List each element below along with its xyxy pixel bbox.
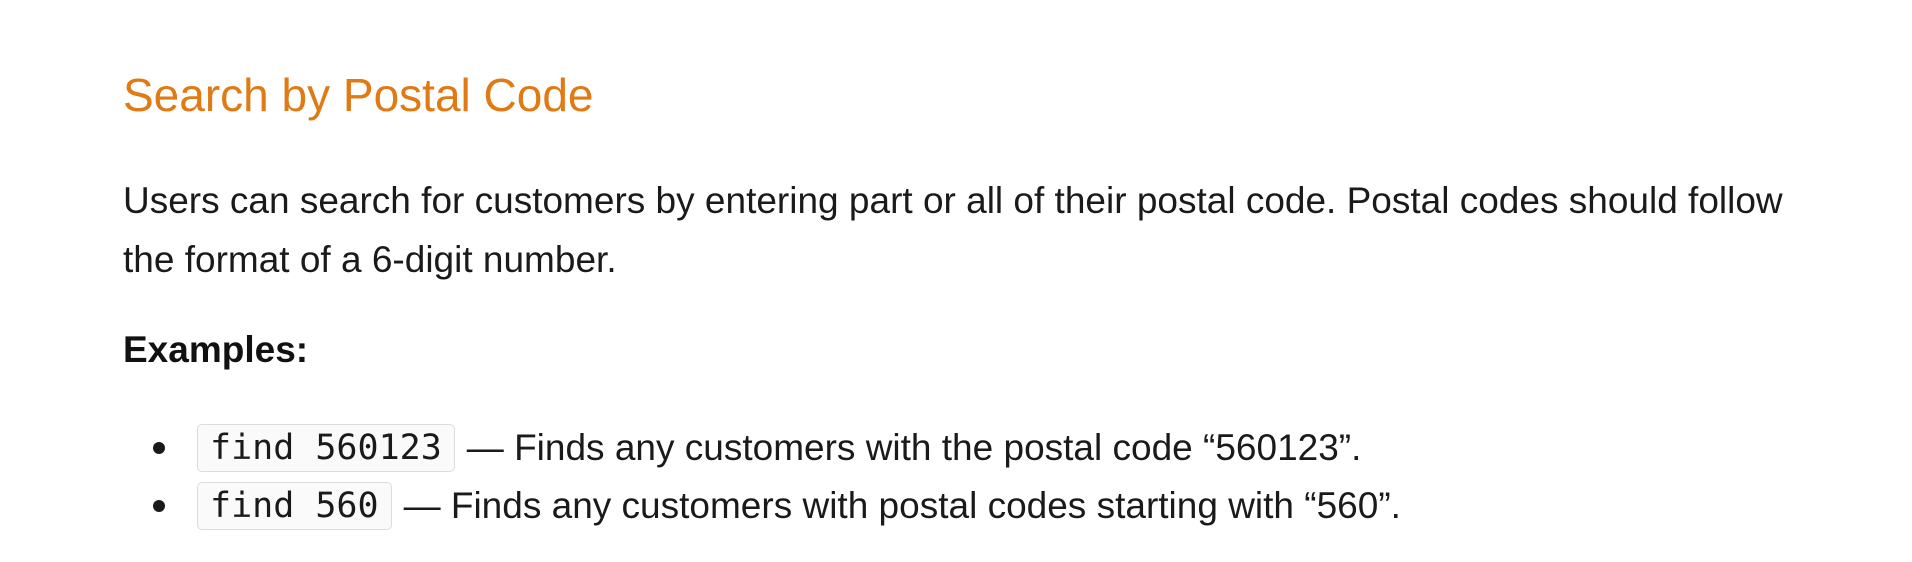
list-item: find 560 — Finds any customers with post… xyxy=(123,477,1401,535)
bullet-icon xyxy=(153,442,165,454)
example-command: find 560 xyxy=(197,482,392,530)
section-description: Users can search for customers by enteri… xyxy=(123,180,1783,280)
example-description: — Finds any customers with the postal co… xyxy=(466,427,1362,468)
example-command: find 560123 xyxy=(197,424,455,472)
list-item: find 560123 — Finds any customers with t… xyxy=(123,419,1401,477)
examples-label: Examples: xyxy=(123,329,309,370)
examples-list: find 560123 — Finds any customers with t… xyxy=(123,419,1401,535)
section-heading: Search by Postal Code xyxy=(123,69,594,121)
example-description: — Finds any customers with postal codes … xyxy=(403,485,1401,526)
bullet-icon xyxy=(153,500,165,512)
